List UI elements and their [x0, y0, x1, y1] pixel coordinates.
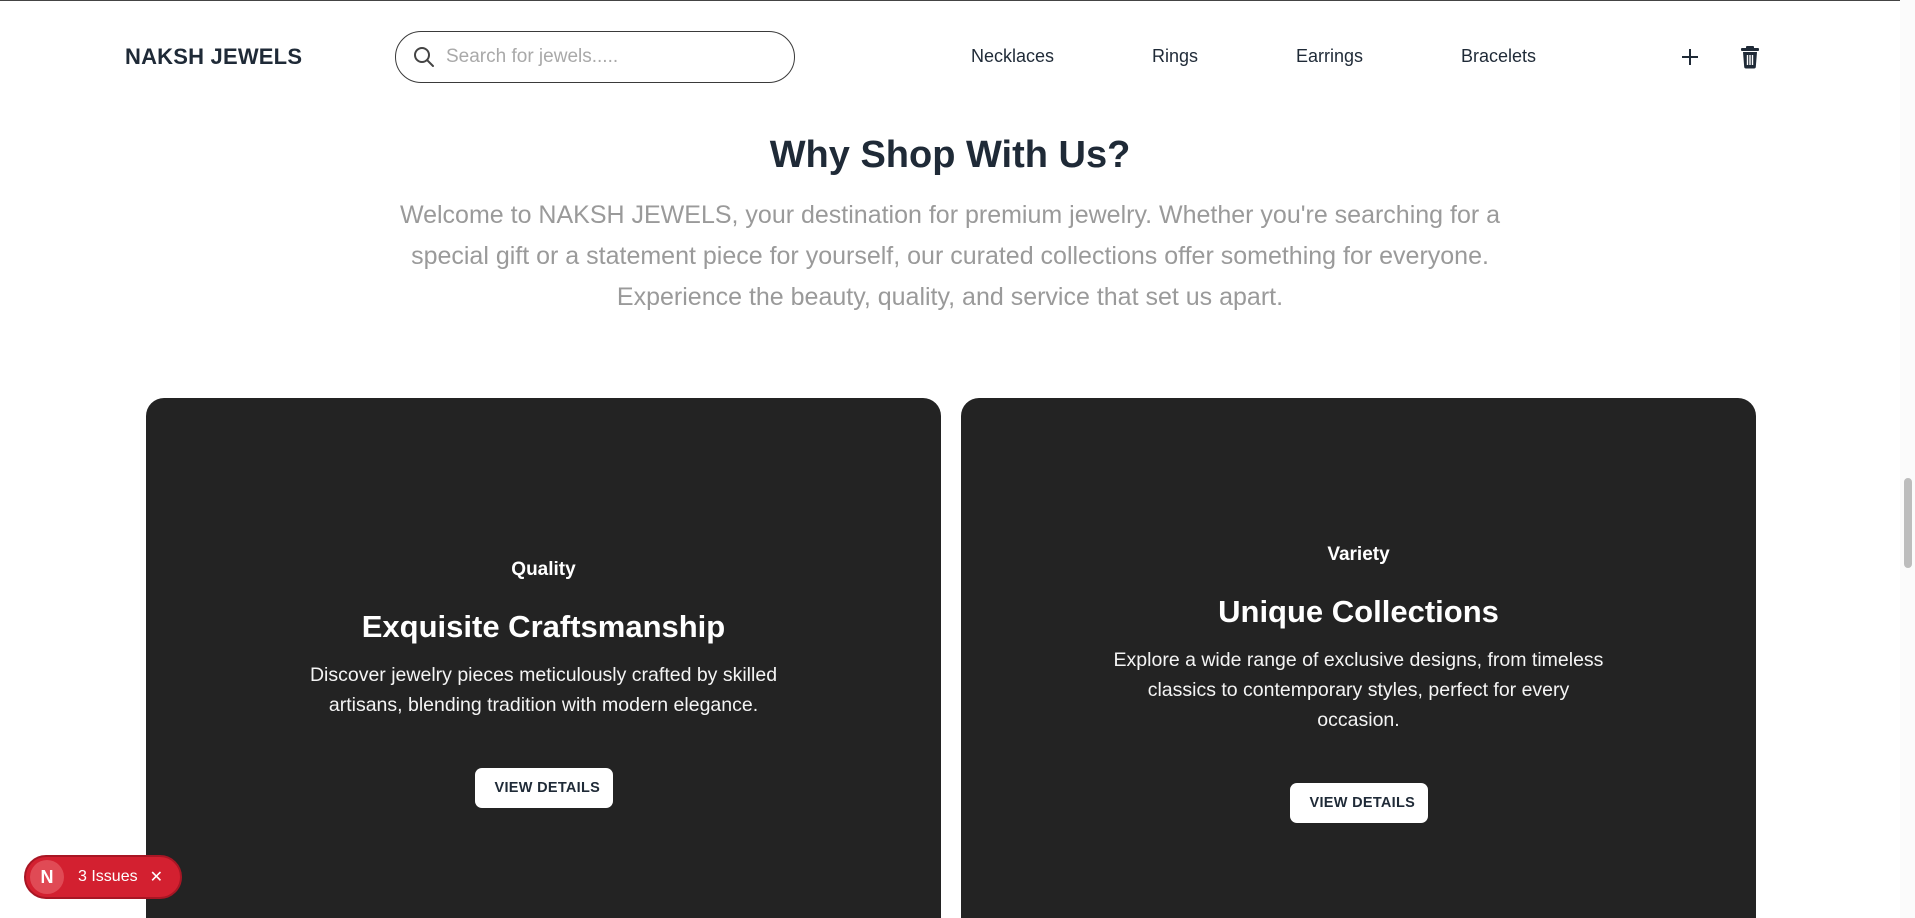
brand-logo[interactable]: NAKSH JEWELS — [125, 44, 302, 70]
search-box[interactable] — [395, 31, 795, 83]
issues-label[interactable]: 3 Issues — [78, 868, 138, 886]
nav-earrings[interactable]: Earrings — [1296, 46, 1363, 67]
card-description: Explore a wide range of exclusive design… — [1113, 649, 1604, 731]
card-description: Discover jewelry pieces meticulously cra… — [309, 664, 778, 716]
search-icon — [414, 47, 434, 67]
search-input[interactable] — [446, 42, 776, 72]
scrollbar-track[interactable] — [1900, 0, 1915, 918]
feature-card-quality: Quality Exquisite Craftsmanship Discover… — [146, 398, 941, 918]
card-eyebrow: Variety — [1327, 544, 1390, 565]
nav-necklaces[interactable]: Necklaces — [971, 46, 1054, 67]
trash-icon — [1741, 46, 1759, 69]
page-title: Why Shop With Us? — [769, 134, 1131, 176]
nav-bracelets[interactable]: Bracelets — [1461, 46, 1536, 67]
card-title: Exquisite Craftsmanship — [361, 609, 726, 644]
view-details-button[interactable]: VIEW DETAILS — [474, 768, 613, 808]
feature-card-variety: Variety Unique Collections Explore a wid… — [961, 398, 1756, 918]
issues-badge[interactable]: N 3 Issues ✕ — [24, 855, 182, 899]
close-icon[interactable]: ✕ — [150, 867, 163, 887]
view-details-button[interactable]: VIEW DETAILS — [1289, 783, 1428, 823]
site-header: NAKSH JEWELS Necklaces Rings Earrings Br… — [0, 0, 1900, 112]
card-title: Unique Collections — [1218, 594, 1499, 629]
hero-description: Welcome to NAKSH JEWELS, your destinatio… — [399, 201, 1501, 311]
nextjs-logo-icon: N — [30, 860, 64, 894]
plus-icon — [1682, 49, 1698, 65]
card-eyebrow: Quality — [511, 559, 576, 580]
add-button[interactable] — [1677, 44, 1703, 70]
nav-rings[interactable]: Rings — [1152, 46, 1198, 67]
scrollbar-thumb[interactable] — [1904, 478, 1912, 568]
delete-button[interactable] — [1737, 44, 1763, 70]
